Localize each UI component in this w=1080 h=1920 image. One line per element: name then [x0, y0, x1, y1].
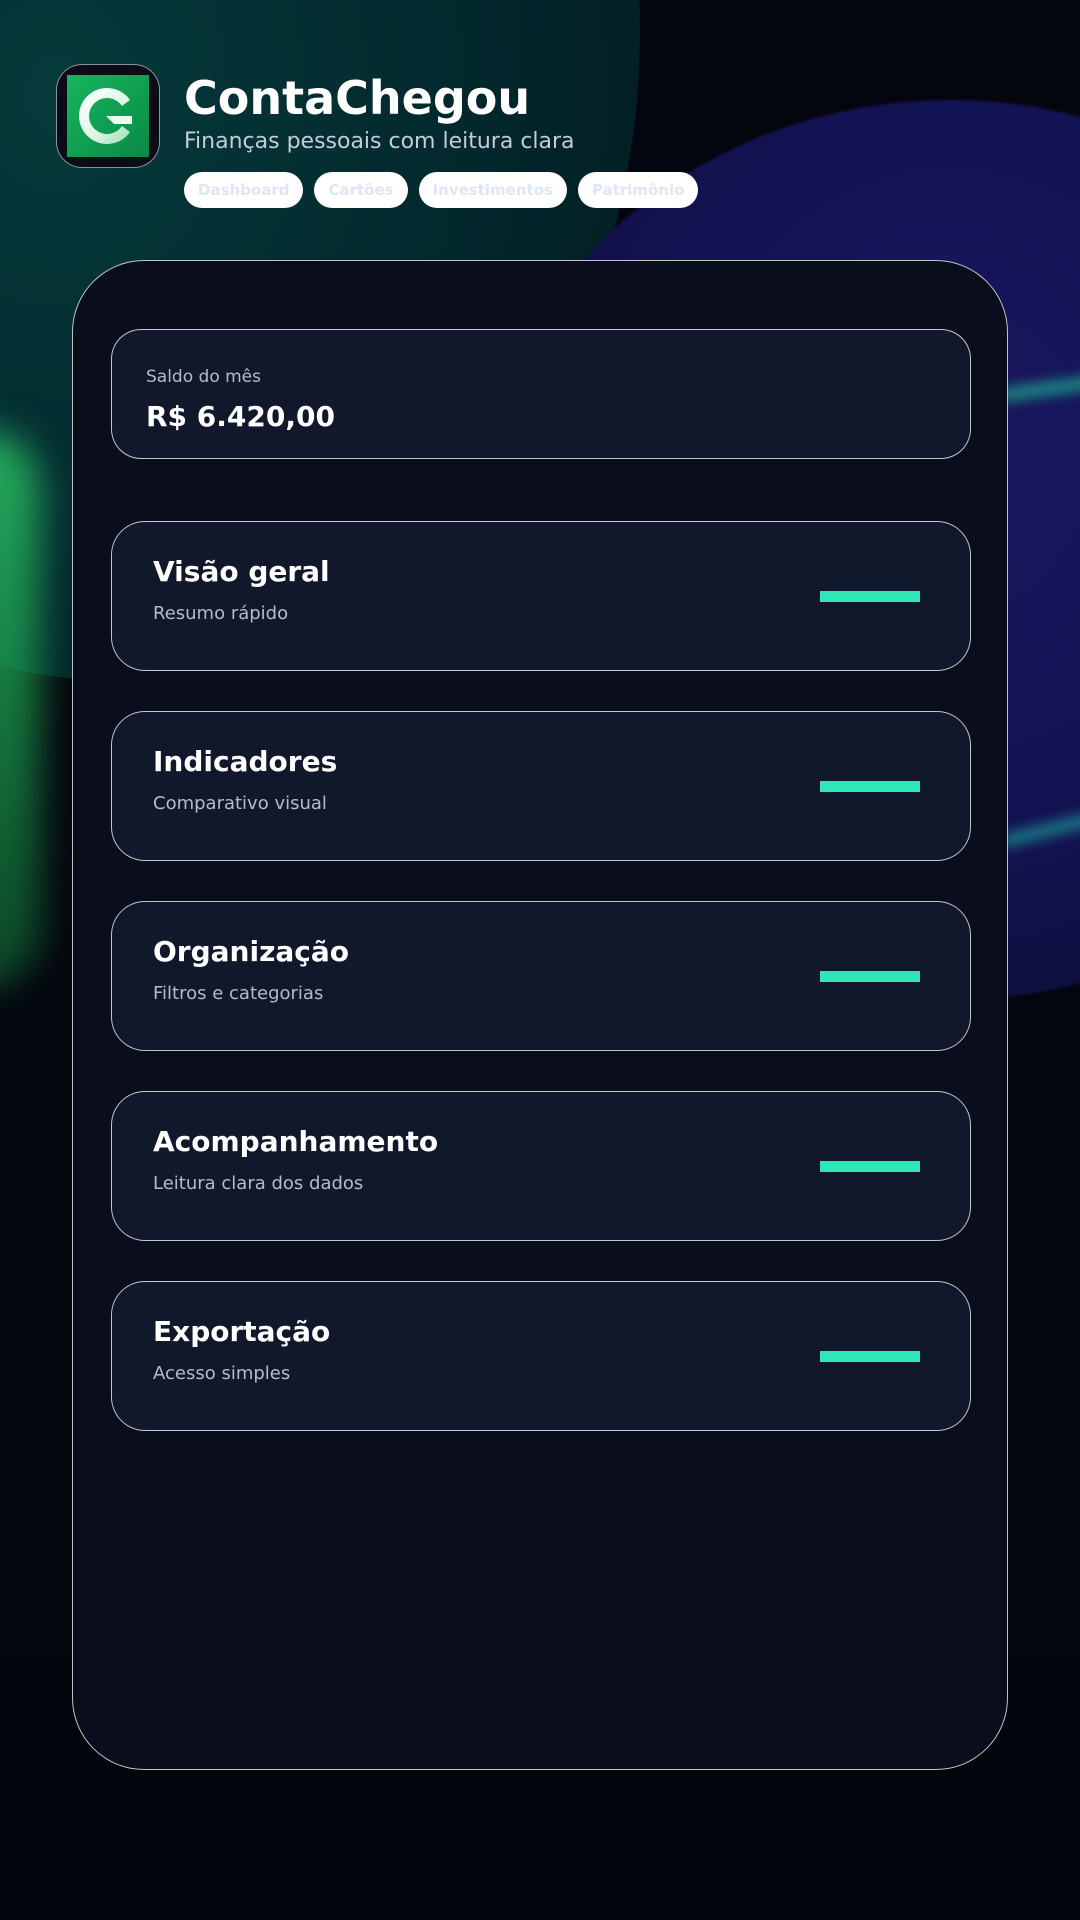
accent-bar [820, 971, 920, 982]
feature-subtitle: Filtros e categorias [153, 983, 324, 1004]
background-green-glow [0, 430, 40, 990]
feature-card-indicadores[interactable]: Indicadores Comparativo visual [111, 711, 971, 861]
tab-investimentos[interactable]: Investimentos [418, 172, 567, 208]
feature-card-exportacao[interactable]: Exportação Acesso simples [111, 1281, 971, 1431]
feature-title: Acompanhamento [153, 1125, 439, 1158]
feature-title: Visão geral [153, 555, 330, 588]
feature-title: Exportação [153, 1315, 331, 1348]
accent-bar [820, 781, 920, 792]
app-subtitle: Finanças pessoais com leitura clara [184, 129, 575, 154]
app-header: ContaChegou Finanças pessoais com leitur… [56, 64, 1036, 214]
tab-dashboard[interactable]: Dashboard [184, 172, 304, 208]
contachegou-logo-icon [67, 75, 149, 157]
feature-card-visao-geral[interactable]: Visão geral Resumo rápido [111, 521, 971, 671]
tab-cartoes[interactable]: Cartões [314, 172, 408, 208]
nav-tabs: Dashboard Cartões Investimentos Patrimôn… [184, 172, 699, 208]
balance-value: R$ 6.420,00 [146, 400, 335, 433]
feature-card-acompanhamento[interactable]: Acompanhamento Leitura clara dos dados [111, 1091, 971, 1241]
feature-subtitle: Acesso simples [153, 1363, 291, 1384]
balance-label: Saldo do mês [146, 367, 261, 387]
feature-subtitle: Leitura clara dos dados [153, 1173, 364, 1194]
feature-subtitle: Comparativo visual [153, 793, 327, 814]
accent-bar [820, 591, 920, 602]
balance-card[interactable]: Saldo do mês R$ 6.420,00 [111, 329, 971, 459]
feature-title: Indicadores [153, 745, 338, 778]
app-title: ContaChegou [184, 71, 531, 125]
feature-subtitle: Resumo rápido [153, 603, 289, 624]
tab-patrimonio[interactable]: Patrimônio [577, 172, 699, 208]
app-screen: ContaChegou Finanças pessoais com leitur… [0, 0, 1080, 1920]
feature-title: Organização [153, 935, 349, 968]
feature-card-organizacao[interactable]: Organização Filtros e categorias [111, 901, 971, 1051]
accent-bar [820, 1161, 920, 1172]
logo-c-mark [79, 88, 132, 144]
main-panel: Saldo do mês R$ 6.420,00 Visão geral Res… [72, 260, 1008, 1770]
accent-bar [820, 1351, 920, 1362]
app-logo[interactable] [56, 64, 160, 168]
